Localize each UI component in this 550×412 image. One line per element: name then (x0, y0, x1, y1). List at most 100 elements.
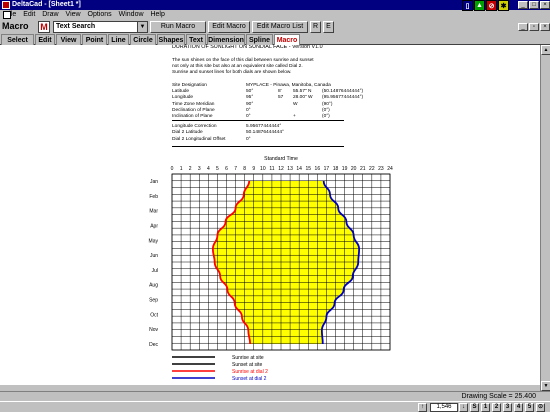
snap-2-button[interactable]: 2 (492, 403, 501, 412)
doc-restore-button[interactable]: ▫ (529, 23, 539, 31)
tab-line[interactable]: Line (108, 34, 129, 45)
tab-select[interactable]: Select (1, 34, 34, 45)
toolbar-label: Macro (2, 21, 29, 31)
app-icon (2, 1, 10, 9)
tab-edit[interactable]: Edit (35, 34, 55, 45)
chart-title: Standard Time (264, 156, 298, 162)
doc-minimize-button[interactable]: _ (518, 23, 528, 31)
chevron-down-icon[interactable]: ▼ (137, 22, 147, 32)
tab-shapes[interactable]: Shapes (157, 34, 185, 45)
edit-macro-list-button[interactable]: Edit Macro List (252, 21, 308, 33)
tab-circle[interactable]: Circle (130, 34, 156, 45)
macro-m-icon[interactable]: M (38, 21, 50, 33)
no-icon[interactable]: ⊘ (486, 0, 497, 11)
quick-icons: ▯ ▲ ⊘ ✱ (462, 0, 510, 17)
x-tick-label: 2 (189, 166, 192, 172)
x-tick-label: 19 (342, 166, 348, 172)
month-label: Sep (149, 298, 158, 304)
month-label: Nov (149, 327, 158, 333)
month-label: Jun (150, 253, 158, 259)
month-label: Jan (150, 179, 158, 185)
snap-5-button[interactable]: 5 (525, 403, 534, 412)
x-tick-label: 18 (333, 166, 339, 172)
month-label: Feb (149, 194, 158, 200)
x-tick-label: 9 (252, 166, 255, 172)
month-label: Mar (149, 209, 158, 215)
menu-window[interactable]: Window (119, 10, 144, 20)
snap-1-button[interactable]: 1 (481, 403, 490, 412)
x-tick-label: 14 (296, 166, 302, 172)
snap-s-button[interactable]: S (470, 403, 479, 412)
menu-view[interactable]: View (66, 10, 81, 20)
r-button[interactable]: R (310, 21, 321, 33)
x-tick-label: 5 (216, 166, 219, 172)
edit-macro-button[interactable]: Edit Macro (208, 21, 250, 33)
x-tick-label: 21 (360, 166, 366, 172)
x-tick-label: 23 (378, 166, 384, 172)
star-icon[interactable]: ✱ (498, 0, 509, 11)
window-title: DeltaCad - [Sheet1 *] (12, 1, 81, 8)
close-button[interactable]: × (540, 1, 550, 9)
menu-help[interactable]: Help (150, 10, 164, 20)
x-tick-label: 8 (243, 166, 246, 172)
toolbar: Macro M Text Search ▼ Run Macro Edit Mac… (0, 20, 550, 34)
x-tick-label: 22 (369, 166, 375, 172)
menu-draw[interactable]: Draw (42, 10, 58, 20)
status-bar: ↑ 1,546 ↓ S 1 2 3 4 5 ⊙ (0, 401, 550, 412)
scroll-up-icon[interactable]: ▲ (541, 45, 550, 55)
tree-icon[interactable]: ▲ (474, 0, 485, 11)
macro-select-value: Text Search (56, 23, 96, 30)
x-tick-label: 11 (269, 166, 274, 172)
x-tick-label: 6 (225, 166, 228, 172)
minimize-button[interactable]: _ (518, 1, 528, 9)
x-tick-label: 24 (387, 166, 393, 172)
x-tick-label: 3 (198, 166, 201, 172)
chart-svg: Standard Time0 1 2 3 4 5 6 7 8 9 10 11 12 13 14 15 16 17 1… (149, 156, 393, 382)
month-label: Oct (150, 312, 158, 318)
month-label: Jul (152, 268, 158, 274)
macro-select[interactable]: Text Search ▼ (53, 21, 148, 33)
month-label: Aug (149, 283, 158, 289)
x-tick-label: 20 (351, 166, 357, 172)
x-tick-label: 1 (180, 166, 183, 172)
run-macro-button[interactable]: Run Macro (150, 21, 206, 33)
month-label: Apr (150, 223, 158, 229)
snap-3-button[interactable]: 3 (503, 403, 512, 412)
legend-label: Sunset at dial 2 (232, 376, 267, 382)
vertical-scrollbar[interactable]: ▲ ▼ (540, 45, 550, 391)
x-tick-label: 4 (207, 166, 210, 172)
tab-spline[interactable]: Spline (246, 34, 273, 45)
legend-label: Sunset at site (232, 362, 263, 368)
status-value: 1,546 (430, 403, 458, 412)
doc-close-button[interactable]: × (540, 23, 550, 31)
x-tick-label: 0 (171, 166, 174, 172)
status-down-icon[interactable]: ↓ (459, 403, 468, 412)
x-tick-label: 16 (315, 166, 321, 172)
tab-text[interactable]: Text (186, 34, 206, 45)
maximize-button[interactable]: □ (529, 1, 539, 9)
menu-edit[interactable]: Edit (23, 10, 35, 20)
snap-circle-icon[interactable]: ⊙ (536, 403, 545, 412)
tab-view[interactable]: View (56, 34, 81, 45)
legend-label: Sunrise at dial 2 (232, 369, 268, 375)
e-button[interactable]: E (323, 21, 334, 33)
tab-dimension[interactable]: Dimension (207, 34, 245, 45)
snap-4-button[interactable]: 4 (514, 403, 523, 412)
x-tick-label: 7 (234, 166, 237, 172)
tab-point[interactable]: Point (82, 34, 107, 45)
x-tick-label: 15 (305, 166, 311, 172)
month-label: May (149, 238, 159, 244)
status-up-icon[interactable]: ↑ (418, 403, 427, 412)
model-icon[interactable]: ▯ (462, 0, 473, 11)
scroll-down-icon[interactable]: ▼ (541, 381, 550, 391)
month-label: Dec (149, 342, 158, 348)
command-tabs: Select Edit View Point Line Circle Shapes Text D… (0, 34, 550, 45)
legend-label: Sunrise at site (232, 355, 264, 361)
menu-options[interactable]: Options (88, 10, 112, 20)
drawing-scale: Drawing Scale = 25.400 (461, 393, 536, 400)
drawing-canvas[interactable]: DURATION OF SUNLIGHT ON SUNDIAL FACE - V… (0, 45, 540, 391)
app-window: DeltaCad - [Sheet1 *] File Edit Draw Vie… (0, 0, 550, 412)
x-tick-label: 17 (324, 166, 330, 172)
x-tick-label: 10 (260, 166, 266, 172)
tab-macro[interactable]: Macro (274, 34, 300, 45)
